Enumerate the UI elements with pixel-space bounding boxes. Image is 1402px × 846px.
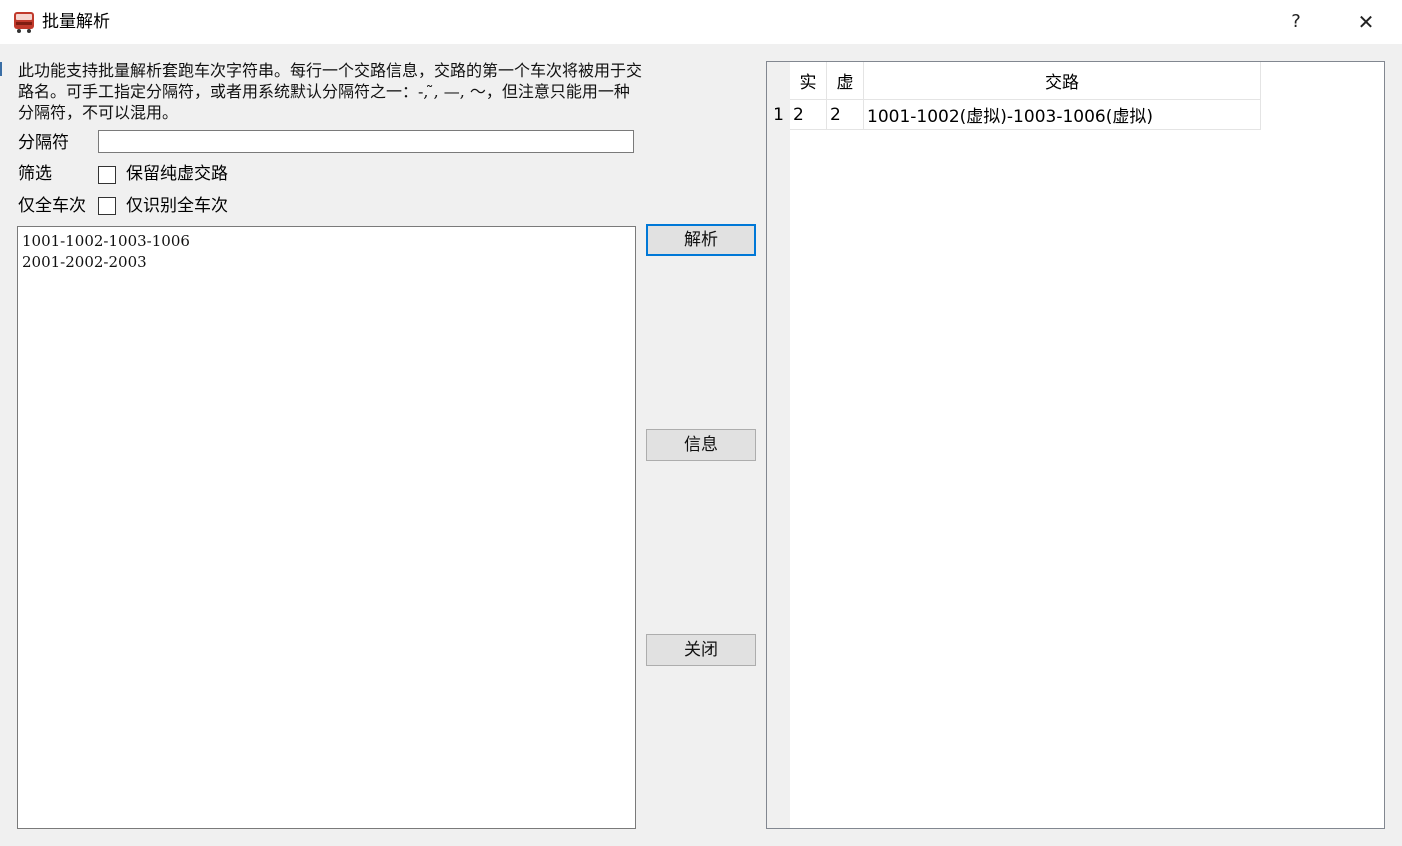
keep-virtual-route-label[interactable]: 保留纯虚交路 xyxy=(126,163,228,185)
window-close-button[interactable]: ✕ xyxy=(1342,4,1390,40)
title-bar: 批量解析 ? ✕ xyxy=(0,0,1402,44)
route-input-textarea[interactable]: 1001-1002-1003-1006 2001-2002-2003 xyxy=(17,226,636,829)
parse-button[interactable]: 解析 xyxy=(646,224,756,256)
table-row[interactable]: 1 2 2 1001-1002(虚拟)-1003-1006(虚拟) xyxy=(767,99,1261,130)
full-train-only-checkbox[interactable] xyxy=(98,197,116,215)
help-button[interactable]: ? xyxy=(1272,4,1320,40)
filter-label: 筛选 xyxy=(18,164,52,184)
full-train-label: 仅全车次 xyxy=(18,196,86,216)
row-header[interactable]: 1 xyxy=(767,99,790,130)
cell-virtual[interactable]: 2 xyxy=(826,99,864,130)
column-header-real[interactable]: 实 xyxy=(790,62,827,100)
column-header-virtual[interactable]: 虚 xyxy=(826,62,864,100)
column-header-route[interactable]: 交路 xyxy=(863,62,1261,100)
full-train-only-label[interactable]: 仅识别全车次 xyxy=(126,195,228,217)
keep-virtual-route-checkbox[interactable] xyxy=(98,166,116,184)
row-header-column xyxy=(767,62,790,828)
window-title: 批量解析 xyxy=(42,12,110,32)
description-text: 此功能支持批量解析套跑车次字符串。每行一个交路信息，交路的第一个车次将被用于交路… xyxy=(18,61,643,122)
cell-route[interactable]: 1001-1002(虚拟)-1003-1006(虚拟) xyxy=(863,99,1261,130)
input-line: 2001-2002-2003 xyxy=(22,253,147,271)
separator-input[interactable] xyxy=(98,130,634,153)
window-edge-marker xyxy=(0,62,2,76)
close-button[interactable]: 关闭 xyxy=(646,634,756,666)
info-button[interactable]: 信息 xyxy=(646,429,756,461)
result-table: 实 虚 交路 1 2 2 1001-1002(虚拟)-1003-1006(虚拟) xyxy=(767,62,1261,130)
input-line: 1001-1002-1003-1006 xyxy=(22,232,190,250)
cell-real[interactable]: 2 xyxy=(790,99,827,130)
table-corner[interactable] xyxy=(767,62,790,100)
train-app-icon xyxy=(14,12,34,33)
result-table-panel[interactable]: 实 虚 交路 1 2 2 1001-1002(虚拟)-1003-1006(虚拟) xyxy=(766,61,1385,829)
separator-label: 分隔符 xyxy=(18,133,69,153)
